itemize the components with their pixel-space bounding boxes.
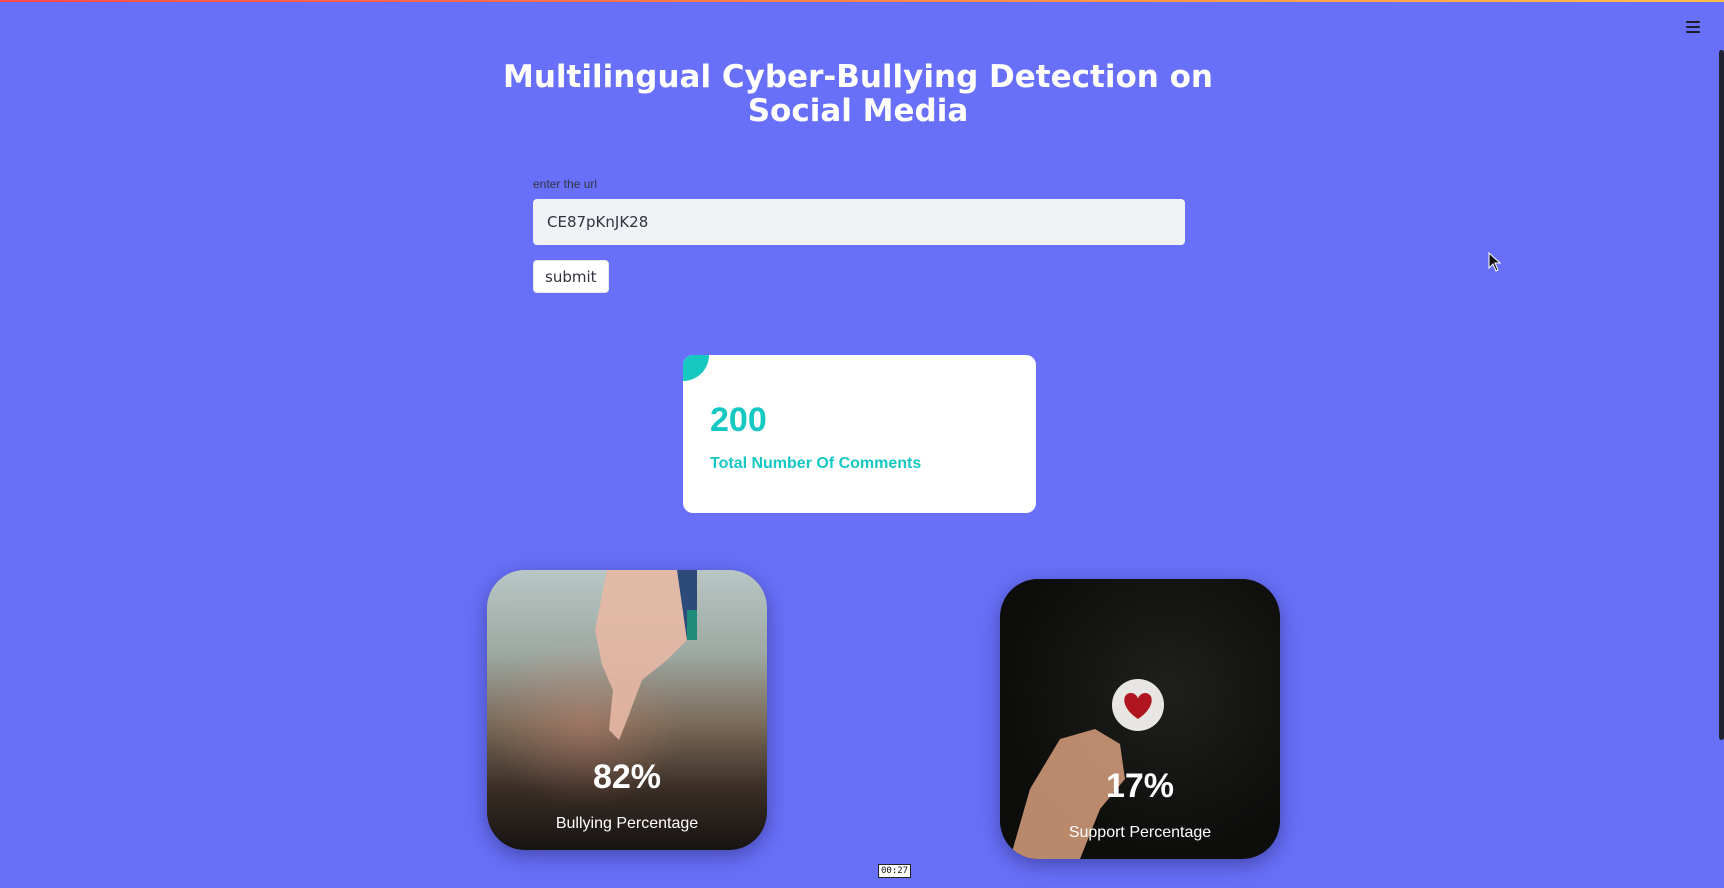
- submit-button[interactable]: submit: [533, 260, 609, 293]
- bullying-percentage-card: 82% Bullying Percentage: [487, 570, 767, 850]
- thumbs-down-photo-icon: [595, 570, 697, 740]
- total-comments-card: 200 Total Number Of Comments: [683, 355, 1036, 513]
- hamburger-icon-bar: [1686, 26, 1700, 28]
- hamburger-menu-button[interactable]: [1682, 16, 1704, 38]
- top-decoration-bar: [0, 0, 1724, 2]
- mouse-cursor-icon: [1488, 252, 1502, 272]
- hamburger-icon-bar: [1686, 31, 1700, 33]
- timer-badge: 00:27: [878, 864, 912, 878]
- bullying-percentage-label: Bullying Percentage: [555, 815, 699, 832]
- support-percentage-card: 17% Support Percentage: [1000, 579, 1280, 859]
- bullying-percentage-value: 82%: [592, 758, 662, 796]
- total-comments-label: Total Number Of Comments: [710, 455, 922, 472]
- scrollbar-thumb[interactable]: [1719, 50, 1724, 740]
- hamburger-icon: [1686, 21, 1700, 23]
- page-title: Multilingual Cyber-Bullying Detection on…: [502, 59, 1214, 129]
- url-label: enter the url: [533, 177, 598, 191]
- support-percentage-label: Support Percentage: [1068, 824, 1212, 841]
- url-input[interactable]: [533, 199, 1185, 245]
- support-percentage-value: 17%: [1105, 767, 1175, 805]
- total-comments-value: 200: [710, 401, 767, 439]
- card-corner-decoration: [683, 355, 709, 381]
